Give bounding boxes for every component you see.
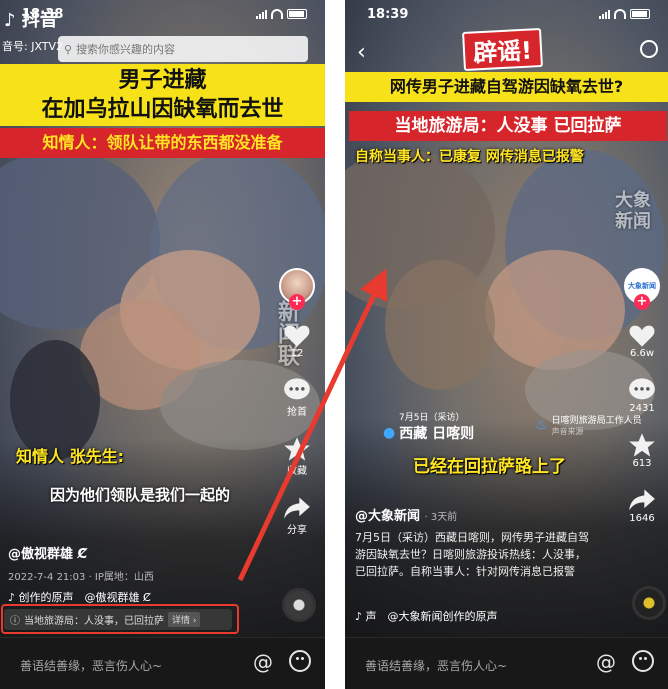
- comment-count: 2431: [629, 403, 655, 414]
- video-title-banner: 男子进藏 在加乌拉山因缺氧而去世: [0, 64, 325, 126]
- app-logo: ♪ 抖音: [4, 10, 58, 31]
- favorite-count: 613: [632, 458, 652, 469]
- author-name[interactable]: @傲视群雄 Ȼ: [8, 543, 87, 562]
- location-tag: 7月5日（采访） ● 西藏 日喀则: [383, 410, 474, 443]
- comparison-screenshot: 18:38 ♪ 抖音 音号: JXTV2 ⚲ 搜索你感兴趣的内容 男子进藏 在加…: [0, 0, 668, 689]
- caption-speaker: 知情人 张先生:: [16, 447, 124, 466]
- follow-plus-icon[interactable]: +: [289, 294, 305, 310]
- author-name[interactable]: @大象新闻 · 3天前: [355, 505, 457, 524]
- like-button[interactable]: 12: [283, 322, 311, 359]
- signal-icon: [256, 9, 267, 19]
- comment-input-bar[interactable]: 善语结善缘，恶言伤人心~ @: [345, 637, 668, 689]
- heart-icon: [629, 325, 655, 347]
- author-handle: @大象新闻: [355, 509, 421, 524]
- red-banner: 当地旅游局：人没事 已回拉萨: [349, 111, 667, 141]
- video-title-line1: 男子进藏: [118, 68, 207, 93]
- back-icon[interactable]: ‹: [357, 40, 366, 65]
- video-caption: 已经在回拉萨路上了: [413, 457, 566, 477]
- post-time: · 3天前: [424, 512, 458, 523]
- comment-placeholder: 善语结善缘，恶言伤人心~: [365, 659, 508, 673]
- source-watermark: 大象新闻: [615, 190, 651, 232]
- star-icon: [629, 433, 655, 457]
- caption-line: 因为他们领队是我们一起的: [50, 486, 231, 504]
- favorite-button[interactable]: 收藏: [283, 436, 311, 477]
- music-text: 创作的原声 @傲视群雄 Ȼ: [18, 591, 151, 604]
- video-title-banner: 网传男子进藏自驾游因缺氧去世?: [345, 72, 668, 102]
- creator-avatar[interactable]: 大象新闻 +: [624, 268, 660, 310]
- comment-button[interactable]: 抢首: [283, 377, 311, 418]
- location-date: 7月5日（采访）: [399, 413, 465, 423]
- location-name: 西藏 日喀则: [399, 426, 475, 442]
- music-disc[interactable]: [282, 588, 316, 622]
- video-title-line2: 在加乌拉山因缺氧而去世: [41, 97, 284, 122]
- signal-icon: [599, 9, 610, 19]
- heart-icon: [284, 325, 310, 347]
- red-banner-text: 当地旅游局：人没事 已回拉萨: [394, 116, 622, 136]
- share-button[interactable]: 1646: [628, 487, 656, 524]
- share-button[interactable]: 分享: [283, 495, 311, 536]
- share-count: 1646: [629, 513, 655, 524]
- star-icon: [284, 437, 310, 461]
- video-subtitle-banner: 知情人：领队让带的东西都没准备: [0, 128, 325, 158]
- creator-avatar[interactable]: +: [279, 268, 315, 310]
- comment-icon: [629, 378, 655, 400]
- video-description: 7月5日（采访）西藏日喀则，网传男子进藏自驾游因缺氧去世？日喀则旅游投诉热线：人…: [355, 531, 589, 578]
- like-count: 12: [290, 348, 304, 359]
- action-rail: 大象新闻 + 6.6w 2431 613 1646: [620, 268, 664, 524]
- status-bar: 18:39: [345, 0, 668, 30]
- verified-badge: Ȼ: [77, 547, 88, 562]
- search-input[interactable]: ⚲ 搜索你感兴趣的内容: [58, 36, 308, 62]
- video-title: 网传男子进藏自驾游因缺氧去世?: [389, 77, 624, 96]
- account-id: 音号: JXTV2: [2, 40, 64, 53]
- share-icon: [284, 497, 310, 519]
- music-info[interactable]: ♪ 声 @大象新闻创作的原声: [355, 608, 498, 624]
- wifi-icon: [271, 9, 283, 19]
- author-handle: @傲视群雄: [8, 547, 74, 562]
- follow-plus-icon[interactable]: +: [634, 294, 650, 310]
- search-icon[interactable]: [640, 40, 658, 58]
- post-meta: 2022-7-4 21:03 · IP属地：山西: [8, 572, 154, 583]
- comment-placeholder: 善语结善缘，恶言伤人心~: [20, 659, 163, 673]
- rumor-stamp: 辟谣!: [462, 27, 543, 72]
- search-placeholder: 搜索你感兴趣的内容: [76, 43, 176, 56]
- share-icon: [629, 489, 655, 511]
- wifi-icon: [614, 9, 626, 19]
- at-icon[interactable]: @: [253, 650, 273, 674]
- music-text: 声 @大象新闻创作的原声: [365, 610, 498, 623]
- like-button[interactable]: 6.6w: [628, 322, 656, 359]
- location-pin-icon: ●: [383, 425, 396, 441]
- left-phone-screen: 18:38 ♪ 抖音 音号: JXTV2 ⚲ 搜索你感兴趣的内容 男子进藏 在加…: [0, 0, 325, 689]
- music-info[interactable]: ♪ 创作的原声 @傲视群雄 Ȼ: [8, 589, 151, 605]
- share-count: 分享: [287, 525, 307, 536]
- highlight-box: [1, 604, 239, 634]
- emoji-icon[interactable]: [289, 650, 311, 672]
- like-count: 6.6w: [629, 348, 655, 359]
- status-time: 18:39: [367, 7, 409, 22]
- favorite-button[interactable]: 613: [628, 432, 656, 469]
- favorite-count: 收藏: [287, 466, 307, 477]
- battery-icon: [287, 9, 307, 19]
- video-subtitle: 知情人：领队让带的东西都没准备: [42, 133, 283, 152]
- app-name: 抖音: [21, 10, 58, 31]
- comment-count: 抢首: [287, 407, 307, 418]
- comment-button[interactable]: 2431: [628, 377, 656, 414]
- avatar-label: 大象新闻: [628, 282, 656, 290]
- battery-icon: [630, 9, 650, 19]
- at-icon[interactable]: @: [596, 650, 616, 674]
- comment-input-bar[interactable]: 善语结善缘，恶言伤人心~ @: [0, 637, 325, 689]
- music-disc[interactable]: [632, 586, 666, 620]
- action-rail: + 12 抢首 收藏 分享: [275, 268, 319, 536]
- search-icon: ⚲: [64, 42, 73, 56]
- microphone-icon: ♨: [535, 417, 548, 433]
- video-subtitle: 自称当事人：已康复 网传消息已报警: [355, 149, 584, 165]
- right-phone-screen: 18:39 ‹ 辟谣! 网传男子进藏自驾游因缺氧去世? 当地旅游局：人没事 已回…: [345, 0, 668, 689]
- emoji-icon[interactable]: [632, 650, 654, 672]
- comment-icon: [284, 378, 310, 400]
